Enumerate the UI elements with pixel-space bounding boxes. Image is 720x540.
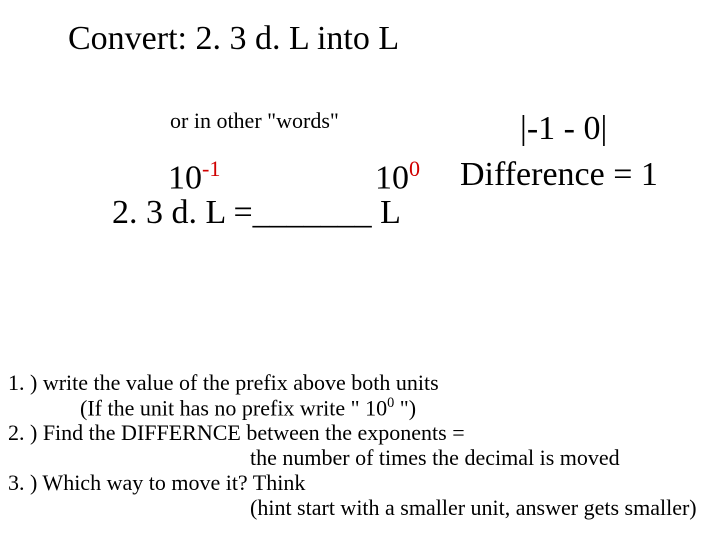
- instruction-3b: (hint start with a smaller unit, answer …: [250, 495, 697, 520]
- difference-label: Difference = 1: [460, 156, 658, 194]
- instruction-1: 1. ) write the value of the prefix above…: [8, 370, 439, 395]
- instruction-1b-pre: (If the unit has no prefix write " 10: [80, 395, 387, 420]
- ten-right: 10: [375, 159, 409, 196]
- instruction-2b: the number of times the decimal is moved: [250, 445, 620, 470]
- instruction-3: 3. ) Which way to move it? Think: [8, 470, 305, 495]
- instruction-1b-post: "): [394, 395, 416, 420]
- instruction-2: 2. ) Find the DIFFERNCE between the expo…: [8, 420, 465, 445]
- abs-bar-open: |: [520, 110, 527, 147]
- instruction-1b: (If the unit has no prefix write " 100 "…: [80, 395, 416, 421]
- abs-expr: |-1 - 0|: [520, 110, 607, 148]
- abs-bar-close: |: [600, 110, 607, 147]
- subtitle: or in other "words": [170, 108, 339, 134]
- slide-title: Convert: 2. 3 d. L into L: [68, 20, 399, 58]
- prefix-left: 10-1: [168, 156, 220, 197]
- prefix-right: 100: [375, 156, 420, 197]
- exp-right: 0: [409, 156, 420, 181]
- exp-left: -1: [202, 156, 220, 181]
- equation-line: 2. 3 d. L =_______ L: [112, 194, 401, 232]
- ten-left: 10: [168, 159, 202, 196]
- abs-inner: -1 - 0: [527, 110, 601, 147]
